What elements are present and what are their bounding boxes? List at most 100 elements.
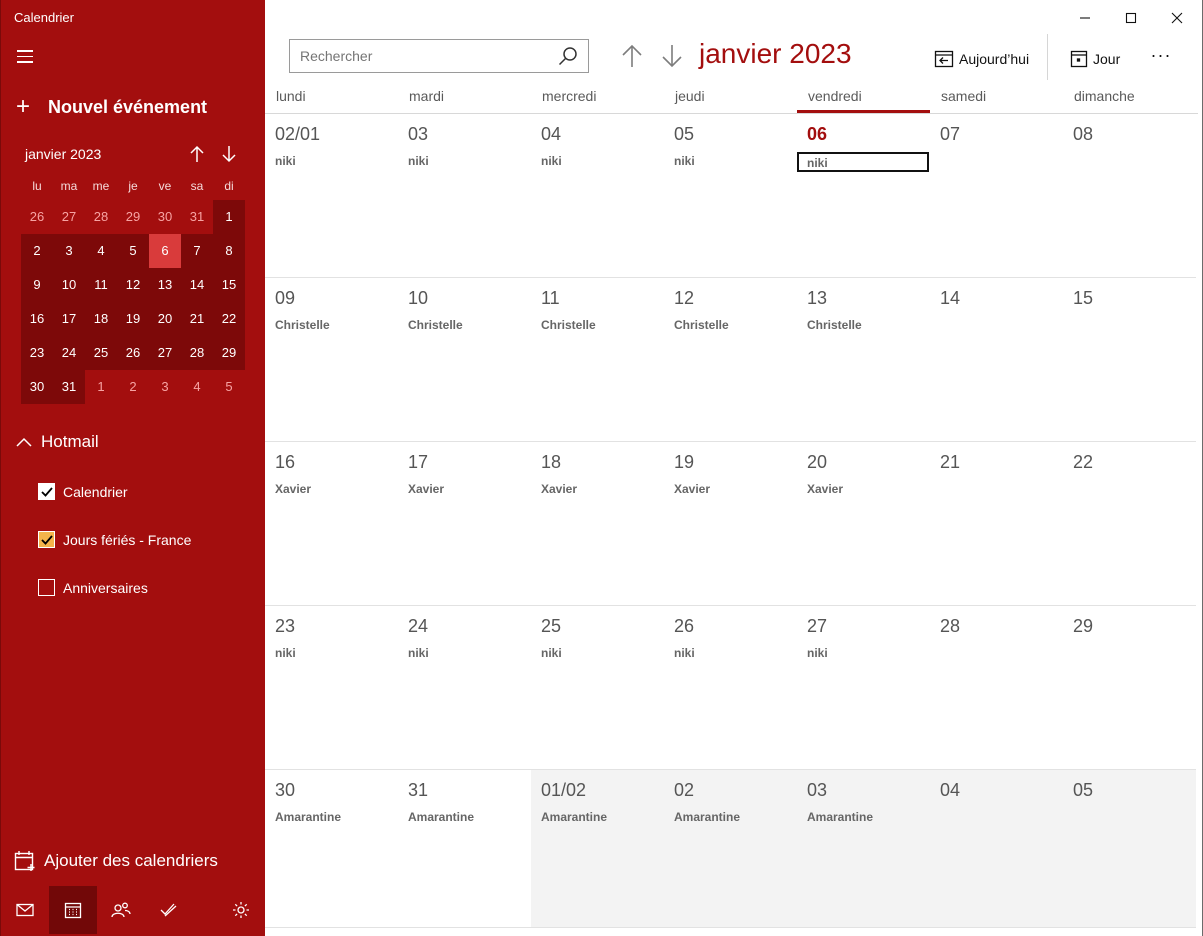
day-cell[interactable]: 26 niki: [664, 606, 797, 770]
day-cell[interactable]: 19 Xavier: [664, 442, 797, 606]
day-cell[interactable]: 16 Xavier: [265, 442, 398, 606]
day-cell[interactable]: 29: [1063, 606, 1196, 770]
mini-day[interactable]: 3: [53, 234, 85, 268]
mini-prev-month-button[interactable]: [185, 142, 209, 166]
day-cell[interactable]: 06 niki: [797, 114, 930, 278]
previous-month-button[interactable]: [616, 40, 648, 72]
event-item[interactable]: Christelle: [674, 316, 787, 336]
day-cell[interactable]: 11 Christelle: [531, 278, 664, 442]
mini-day[interactable]: 5: [117, 234, 149, 268]
mini-day[interactable]: 27: [53, 200, 85, 234]
mini-day[interactable]: 12: [117, 268, 149, 302]
event-item[interactable]: Xavier: [674, 480, 787, 500]
mini-day-today[interactable]: 6: [149, 234, 181, 268]
mini-day[interactable]: 25: [85, 336, 117, 370]
event-item[interactable]: niki: [275, 644, 388, 664]
mini-day[interactable]: 7: [181, 234, 213, 268]
mini-day[interactable]: 18: [85, 302, 117, 336]
mini-day[interactable]: 24: [53, 336, 85, 370]
event-item[interactable]: niki: [674, 152, 787, 172]
day-cell[interactable]: 17 Xavier: [398, 442, 531, 606]
event-item[interactable]: niki: [807, 644, 920, 664]
close-button[interactable]: [1154, 4, 1200, 32]
calendar-toggle-anniversaires[interactable]: Anniversaires: [38, 579, 148, 596]
mini-day[interactable]: 30: [21, 370, 53, 404]
day-cell[interactable]: 04: [930, 770, 1063, 928]
day-cell[interactable]: 25 niki: [531, 606, 664, 770]
mini-day[interactable]: 20: [149, 302, 181, 336]
event-item[interactable]: Christelle: [807, 316, 920, 336]
search-icon[interactable]: [558, 46, 578, 66]
mini-day[interactable]: 17: [53, 302, 85, 336]
mini-next-month-button[interactable]: [217, 142, 241, 166]
day-cell[interactable]: 12 Christelle: [664, 278, 797, 442]
day-cell[interactable]: 09 Christelle: [265, 278, 398, 442]
day-cell[interactable]: 31 Amarantine: [398, 770, 531, 928]
mini-day[interactable]: 1: [85, 370, 117, 404]
event-item[interactable]: niki: [275, 152, 388, 172]
month-title[interactable]: janvier 2023: [699, 38, 852, 70]
next-month-button[interactable]: [656, 40, 688, 72]
day-cell[interactable]: 07: [930, 114, 1063, 278]
checkbox[interactable]: [38, 531, 55, 548]
day-cell[interactable]: 05: [1063, 770, 1196, 928]
day-cell[interactable]: 18 Xavier: [531, 442, 664, 606]
mini-day[interactable]: 30: [149, 200, 181, 234]
event-item[interactable]: niki: [541, 644, 654, 664]
mini-day[interactable]: 31: [53, 370, 85, 404]
today-button[interactable]: Aujourd’hui: [930, 44, 1033, 74]
minimize-button[interactable]: [1062, 4, 1108, 32]
checkbox[interactable]: [38, 483, 55, 500]
mini-day[interactable]: 14: [181, 268, 213, 302]
mini-day[interactable]: 4: [85, 234, 117, 268]
day-cell[interactable]: 05 niki: [664, 114, 797, 278]
mini-day[interactable]: 13: [149, 268, 181, 302]
event-item[interactable]: niki: [408, 644, 521, 664]
event-item[interactable]: Christelle: [275, 316, 388, 336]
day-cell[interactable]: 15: [1063, 278, 1196, 442]
mini-day[interactable]: 2: [117, 370, 149, 404]
mini-day[interactable]: 22: [213, 302, 245, 336]
calendar-toggle-calendrier[interactable]: Calendrier: [38, 483, 128, 500]
mini-day[interactable]: 28: [181, 336, 213, 370]
day-cell[interactable]: 28: [930, 606, 1063, 770]
more-options-button[interactable]: ···: [1146, 44, 1176, 72]
mail-nav-button[interactable]: [1, 886, 49, 934]
mini-day[interactable]: 11: [85, 268, 117, 302]
add-calendars-button[interactable]: Ajouter des calendriers: [14, 850, 218, 872]
mini-day[interactable]: 4: [181, 370, 213, 404]
event-item[interactable]: Xavier: [807, 480, 920, 500]
day-cell[interactable]: 02/01 niki: [265, 114, 398, 278]
mini-calendar-title[interactable]: janvier 2023: [25, 146, 101, 162]
search-box[interactable]: [289, 39, 589, 73]
event-item[interactable]: Xavier: [541, 480, 654, 500]
event-item[interactable]: Amarantine: [674, 808, 787, 828]
mini-day[interactable]: 27: [149, 336, 181, 370]
mini-day[interactable]: 1: [213, 200, 245, 234]
calendar-toggle-jours-feries[interactable]: Jours fériés - France: [38, 531, 191, 548]
mini-day[interactable]: 21: [181, 302, 213, 336]
checkbox[interactable]: [38, 579, 55, 596]
day-cell[interactable]: 04 niki: [531, 114, 664, 278]
day-cell[interactable]: 20 Xavier: [797, 442, 930, 606]
event-item[interactable]: Amarantine: [541, 808, 654, 828]
day-cell[interactable]: 02 Amarantine: [664, 770, 797, 928]
day-cell[interactable]: 27 niki: [797, 606, 930, 770]
day-cell[interactable]: 22: [1063, 442, 1196, 606]
mini-day[interactable]: 29: [117, 200, 149, 234]
mini-day[interactable]: 23: [21, 336, 53, 370]
event-item[interactable]: Amarantine: [807, 808, 920, 828]
event-item[interactable]: niki: [674, 644, 787, 664]
day-cell[interactable]: 14: [930, 278, 1063, 442]
new-event-button[interactable]: + Nouvel événement: [13, 94, 207, 120]
mini-day[interactable]: 29: [213, 336, 245, 370]
todo-nav-button[interactable]: [145, 886, 193, 934]
event-item[interactable]: Xavier: [275, 480, 388, 500]
mini-day[interactable]: 19: [117, 302, 149, 336]
day-cell[interactable]: 08: [1063, 114, 1196, 278]
day-cell[interactable]: 13 Christelle: [797, 278, 930, 442]
day-cell[interactable]: 10 Christelle: [398, 278, 531, 442]
mini-day[interactable]: 15: [213, 268, 245, 302]
mini-day[interactable]: 2: [21, 234, 53, 268]
mini-day[interactable]: 10: [53, 268, 85, 302]
